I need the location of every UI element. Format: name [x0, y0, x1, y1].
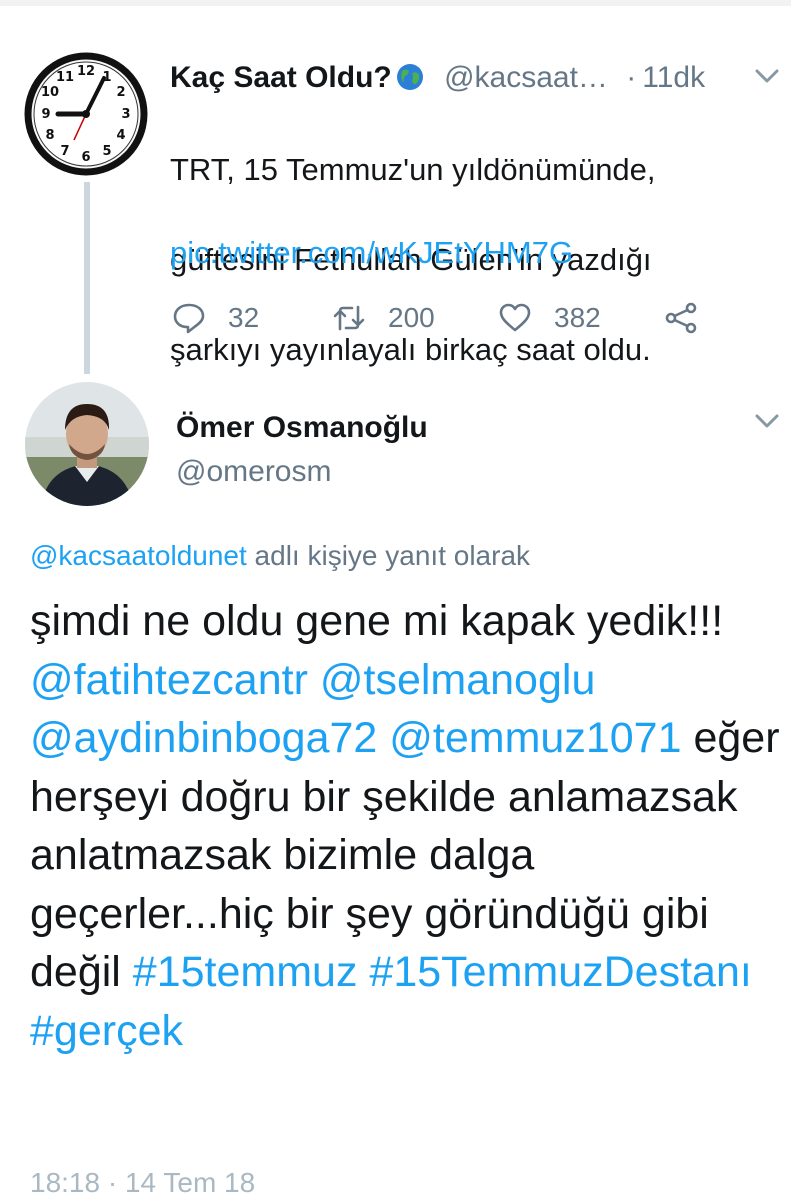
- svg-text:2: 2: [116, 85, 125, 100]
- like-count: 382: [554, 302, 601, 333]
- retweet-action[interactable]: 200: [332, 296, 435, 340]
- reply-to-mention[interactable]: @kacsaatoldunet: [30, 540, 247, 571]
- reply-count: 32: [228, 302, 260, 333]
- tweet1-text-line: TRT, 15 Temmuz'un yıldönümünde,: [170, 152, 656, 187]
- mention-link[interactable]: @temmuz1071: [389, 714, 681, 762]
- svg-text:7: 7: [60, 144, 69, 159]
- mention-link[interactable]: @fatihtezcantr: [30, 656, 308, 704]
- tweet1-display-name[interactable]: Kaç Saat Oldu?: [170, 61, 392, 94]
- top-divider: [0, 0, 791, 6]
- tweet2-text: şimdi ne oldu gene mi kapak yedik!!! @fa…: [30, 592, 780, 1060]
- omer-avatar[interactable]: [25, 382, 149, 506]
- tweet2-text-part: şimdi ne oldu gene mi kapak yedik!!!: [30, 597, 724, 645]
- tweet1-handle[interactable]: @kacsaat…: [444, 61, 608, 94]
- hashtag-link[interactable]: #gerçek: [30, 1007, 183, 1055]
- reply-context: @kacsaatoldunet adlı kişiye yanıt olarak: [30, 537, 530, 575]
- retweet-icon: [333, 305, 365, 331]
- thread-connector-line: [84, 182, 90, 374]
- svg-text:9: 9: [41, 107, 50, 122]
- tweet1-header: Kaç Saat Oldu? @kacsaat… · 11dk: [170, 58, 705, 100]
- svg-text:5: 5: [102, 144, 111, 159]
- svg-text:8: 8: [45, 128, 54, 143]
- tweet1-separator: ·: [626, 61, 637, 94]
- heart-icon: [499, 303, 531, 332]
- mention-link[interactable]: @aydinbinboga72: [30, 714, 377, 762]
- svg-text:4: 4: [116, 128, 125, 143]
- chevron-down-icon[interactable]: [752, 66, 782, 86]
- tweet2-display-name[interactable]: Ömer Osmanoğlu: [176, 408, 428, 448]
- share-icon: [665, 302, 697, 334]
- hashtag-link[interactable]: #15TemmuzDestanı: [369, 948, 751, 996]
- retweet-count: 200: [388, 302, 435, 333]
- share-action[interactable]: [664, 296, 720, 340]
- globe-icon: [396, 62, 424, 90]
- reply-action[interactable]: 32: [172, 296, 259, 340]
- tweet1-time[interactable]: 11dk: [642, 61, 705, 94]
- tweet2-timestamp: 18:18 · 14 Tem 18: [30, 1167, 256, 1198]
- svg-text:11: 11: [56, 70, 74, 85]
- svg-text:10: 10: [41, 85, 59, 100]
- reply-to-suffix: adlı kişiye yanıt olarak: [246, 540, 531, 571]
- hashtag-link[interactable]: #15temmuz: [133, 948, 358, 996]
- clock-avatar[interactable]: 12 1 2 3 4 5 6 7 8 9 10 11: [22, 50, 150, 178]
- chevron-down-icon[interactable]: [752, 411, 782, 431]
- svg-text:12: 12: [77, 64, 95, 79]
- reply-icon: [173, 303, 205, 334]
- svg-text:6: 6: [81, 150, 90, 165]
- mention-link[interactable]: @tselmanoglu: [320, 656, 596, 704]
- tweet2-handle[interactable]: @omerosm: [176, 452, 331, 492]
- tweet1-media-link[interactable]: pic.twitter.com/wKJEtYHM7G: [170, 232, 573, 274]
- like-action[interactable]: 382: [498, 296, 601, 340]
- svg-text:3: 3: [121, 107, 130, 122]
